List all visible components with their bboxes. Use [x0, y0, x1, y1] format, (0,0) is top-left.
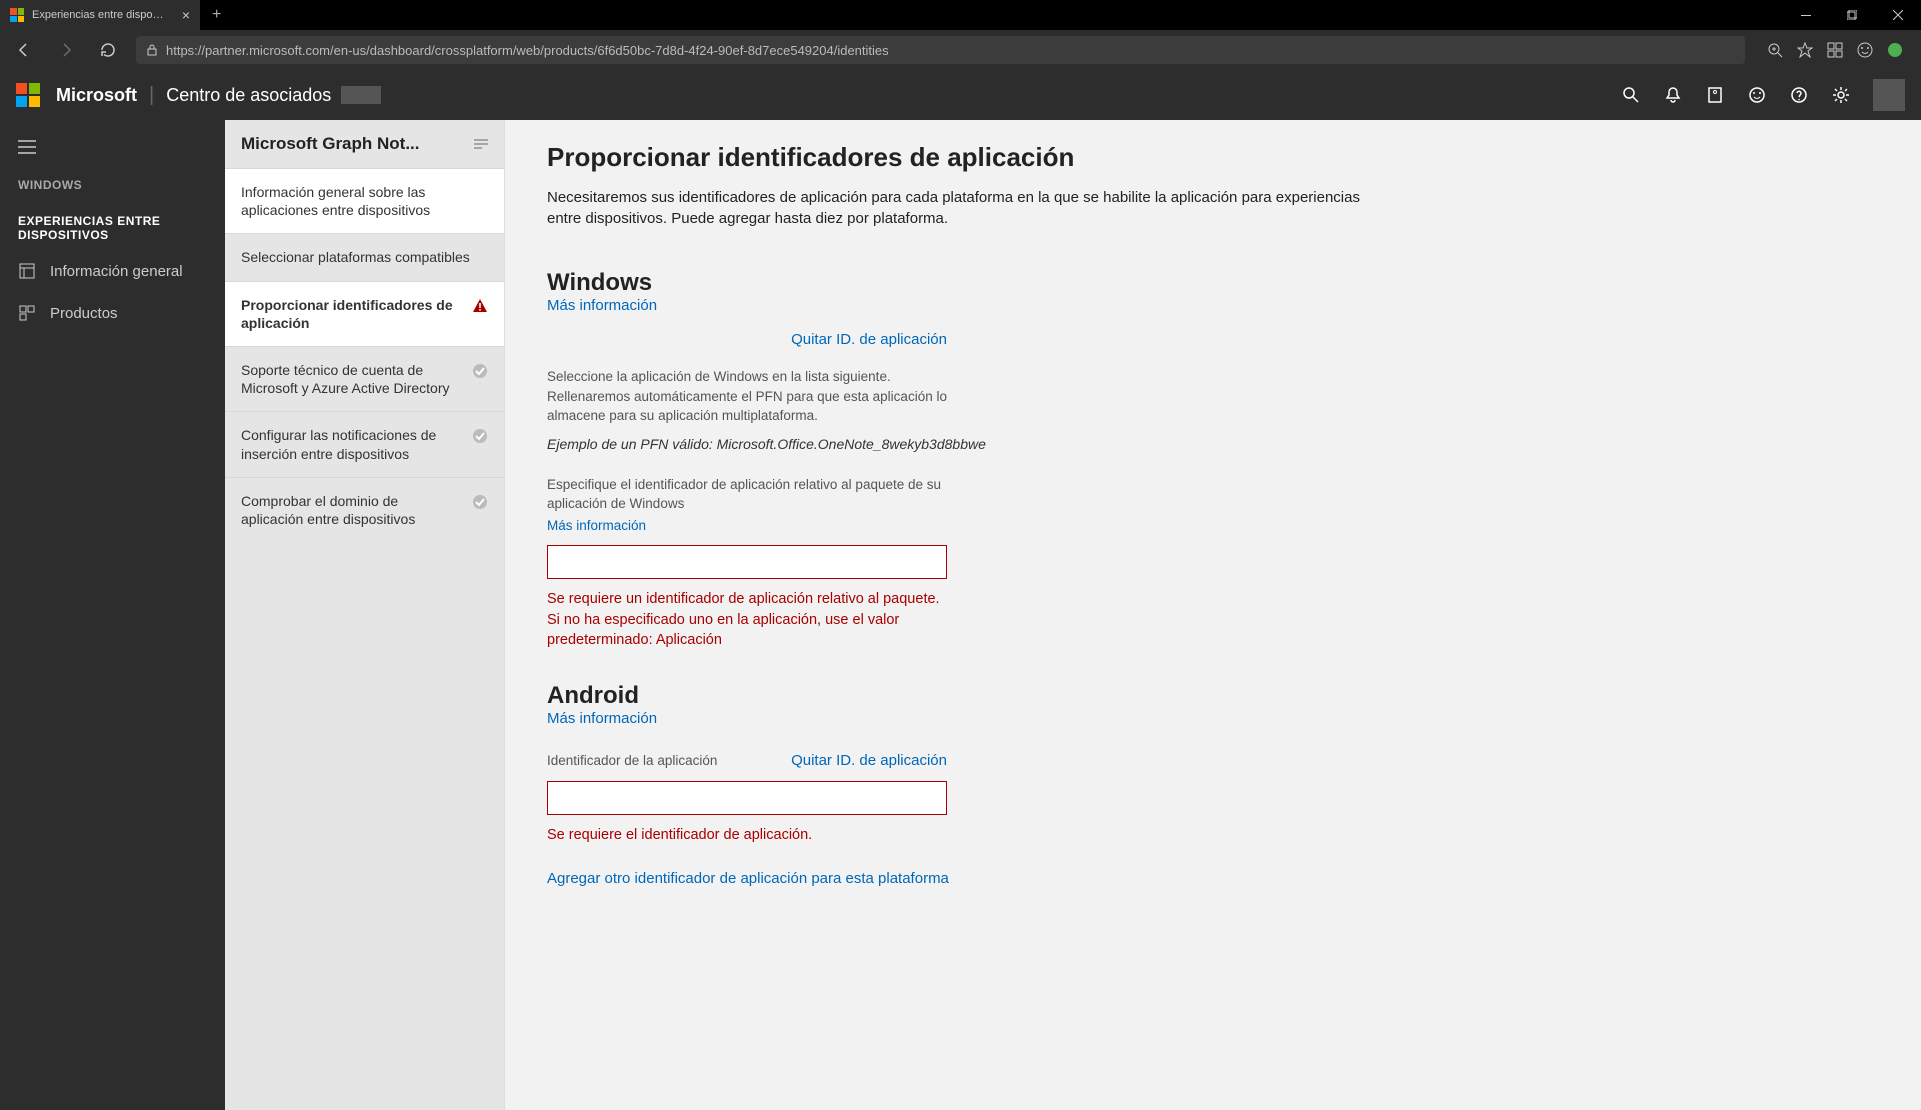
windows-title: Windows: [547, 269, 1879, 297]
android-field-label: Identificador de la aplicación: [547, 752, 717, 771]
user-avatar[interactable]: [1873, 79, 1905, 111]
android-app-id-input[interactable]: [547, 781, 947, 815]
left-sidebar: WINDOWS EXPERIENCIAS ENTRE DISPOSITIVOS …: [0, 120, 225, 1110]
sub-item-label: Comprobar el dominio de aplicación entre…: [241, 492, 462, 528]
url-text: https://partner.microsoft.com/en-us/dash…: [166, 43, 889, 58]
sub-item-4[interactable]: Configurar las notificaciones de inserci…: [225, 411, 504, 476]
android-add-another-link[interactable]: Agregar otro identificador de aplicación…: [547, 870, 949, 887]
sidebar-item-overview[interactable]: Información general: [0, 250, 225, 292]
help-icon[interactable]: [1789, 85, 1809, 105]
header-brand[interactable]: Microsoft: [56, 85, 137, 106]
extensions-icon[interactable]: [1827, 42, 1843, 58]
windows-field-more-info-link[interactable]: Más información: [547, 518, 646, 533]
windows-helper: Seleccione la aplicación de Windows en l…: [547, 367, 947, 426]
window-close-icon[interactable]: [1875, 0, 1921, 30]
gear-icon[interactable]: [1831, 85, 1851, 105]
sub-item-label: Seleccionar plataformas compatibles: [241, 248, 488, 266]
new-tab-button[interactable]: +: [200, 6, 233, 24]
warning-icon: [472, 298, 488, 314]
microsoft-logo-icon[interactable]: [16, 83, 40, 107]
header-badge: [341, 86, 381, 104]
overview-icon: [18, 262, 36, 280]
windows-more-info-link[interactable]: Más información: [547, 297, 657, 314]
windows-error: Se requiere un identificador de aplicaci…: [547, 589, 947, 650]
sidebar-section-windows[interactable]: WINDOWS: [0, 164, 225, 200]
windows-field-label: Especifique el identificador de aplicaci…: [547, 476, 947, 514]
check-icon: [472, 494, 488, 510]
secondary-sidebar: Microsoft Graph Not... Información gener…: [225, 120, 505, 1110]
android-section: Android Más información Identificador de…: [547, 682, 1879, 887]
window-titlebar: Experiencias entre dispositivos × +: [0, 0, 1921, 30]
nav-back-icon[interactable]: [10, 36, 38, 64]
feedback-icon[interactable]: [1747, 85, 1767, 105]
products-icon: [18, 304, 36, 322]
window-maximize-icon[interactable]: [1829, 0, 1875, 30]
sidebar-item-label: Información general: [50, 263, 183, 280]
sub-item-5[interactable]: Comprobar el dominio de aplicación entre…: [225, 477, 504, 542]
windows-remove-id-link[interactable]: Quitar ID. de aplicación: [791, 331, 947, 348]
search-icon[interactable]: [1621, 85, 1641, 105]
secondary-title: Microsoft Graph Not...: [241, 134, 420, 154]
sub-item-0[interactable]: Información general sobre las aplicacion…: [225, 168, 504, 233]
hamburger-icon[interactable]: [0, 130, 225, 164]
main-content: Proporcionar identificadores de aplicaci…: [505, 120, 1921, 1110]
sub-item-1[interactable]: Seleccionar plataformas compatibles: [225, 233, 504, 280]
windows-section: Windows Más información Quitar ID. de ap…: [547, 269, 1879, 650]
sub-item-2[interactable]: Proporcionar identificadores de aplicaci…: [225, 281, 504, 346]
check-icon: [472, 428, 488, 444]
secondary-header: Microsoft Graph Not...: [225, 120, 504, 168]
windows-example: Ejemplo de un PFN válido: Microsoft.Offi…: [547, 436, 1879, 452]
face-icon[interactable]: [1857, 42, 1873, 58]
favorite-icon[interactable]: [1797, 42, 1813, 58]
sub-item-label: Proporcionar identificadores de aplicaci…: [241, 296, 462, 332]
nav-refresh-icon[interactable]: [94, 36, 122, 64]
tab-close-icon[interactable]: ×: [182, 7, 190, 23]
android-error: Se requiere el identificador de aplicaci…: [547, 825, 947, 845]
window-minimize-icon[interactable]: [1783, 0, 1829, 30]
tab-title: Experiencias entre dispositivos: [32, 9, 166, 21]
android-title: Android: [547, 682, 1879, 710]
page-description: Necesitaremos sus identificadores de apl…: [547, 187, 1397, 229]
browser-tab[interactable]: Experiencias entre dispositivos ×: [0, 0, 200, 30]
notification-icon[interactable]: [1663, 85, 1683, 105]
zoom-icon[interactable]: [1767, 42, 1783, 58]
page-title: Proporcionar identificadores de aplicaci…: [547, 142, 1879, 173]
announcement-icon[interactable]: [1705, 85, 1725, 105]
header-product[interactable]: Centro de asociados: [166, 85, 331, 106]
profile-icon[interactable]: [1887, 42, 1903, 58]
header-divider: |: [149, 84, 154, 107]
nav-forward-icon[interactable]: [52, 36, 80, 64]
sub-item-label: Soporte técnico de cuenta de Microsoft y…: [241, 361, 462, 397]
sub-item-label: Configurar las notificaciones de inserci…: [241, 426, 462, 462]
favicon: [10, 8, 24, 22]
sidebar-item-label: Productos: [50, 305, 118, 322]
android-remove-id-link[interactable]: Quitar ID. de aplicación: [791, 752, 947, 769]
check-icon: [472, 363, 488, 379]
collapse-icon[interactable]: [474, 139, 488, 149]
sub-item-label: Información general sobre las aplicacion…: [241, 183, 488, 219]
address-bar: https://partner.microsoft.com/en-us/dash…: [0, 30, 1921, 70]
lock-icon: [146, 44, 158, 56]
android-more-info-link[interactable]: Más información: [547, 710, 657, 727]
url-input[interactable]: https://partner.microsoft.com/en-us/dash…: [136, 36, 1745, 64]
sidebar-item-products[interactable]: Productos: [0, 292, 225, 334]
app-header: Microsoft | Centro de asociados: [0, 70, 1921, 120]
windows-app-id-input[interactable]: [547, 545, 947, 579]
sub-item-3[interactable]: Soporte técnico de cuenta de Microsoft y…: [225, 346, 504, 411]
sidebar-section-experiences[interactable]: EXPERIENCIAS ENTRE DISPOSITIVOS: [0, 200, 225, 250]
